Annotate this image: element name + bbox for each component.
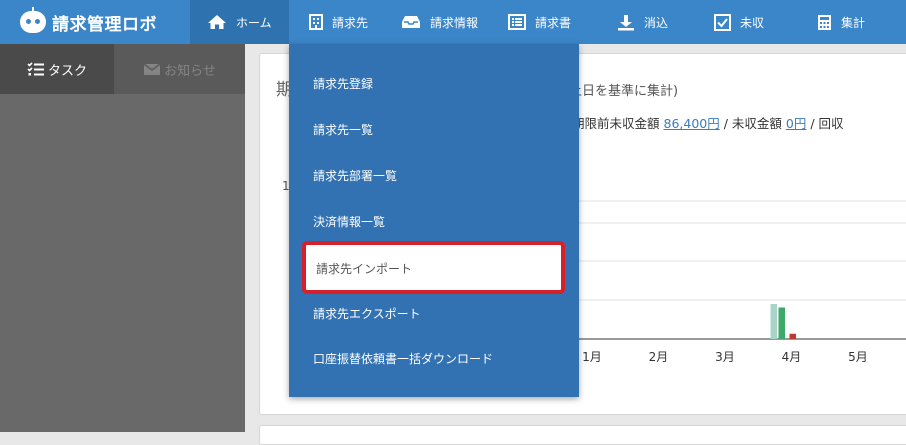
checkbox-icon bbox=[714, 13, 731, 31]
x-tick-label: 5月 bbox=[848, 350, 868, 364]
chart-bar bbox=[778, 307, 785, 339]
nav-label-billing-clients: 請求先 bbox=[332, 15, 369, 30]
nav-label-invoices: 請求書 bbox=[535, 15, 572, 30]
menu-item-import-clients[interactable]: 請求先インポート bbox=[302, 241, 565, 294]
top-nav: 請求管理ロボ ホーム 請求先 請求情報 請求書 消込 未収 集計 bbox=[0, 0, 906, 44]
x-tick-label: 4月 bbox=[782, 350, 802, 364]
nav-item-unpaid[interactable]: 未収 bbox=[712, 0, 814, 44]
nav-item-home[interactable]: ホーム bbox=[190, 0, 289, 44]
menu-item-client-list[interactable]: 請求先一覧 bbox=[313, 121, 373, 138]
tab-tasks-label: タスク bbox=[47, 63, 87, 79]
billing-clients-dropdown: 請求先登録 請求先一覧 請求先部署一覧 決済情報一覧 請求先インポート 請求先エ… bbox=[289, 44, 579, 397]
nav-item-billing-info[interactable]: 請求情報 bbox=[394, 0, 498, 44]
summary-label-collected: 回収 bbox=[818, 116, 844, 131]
tab-notifications[interactable]: お知らせ bbox=[114, 44, 245, 94]
calculator-icon bbox=[818, 14, 831, 30]
secondary-card bbox=[259, 425, 906, 445]
tab-tasks[interactable]: タスク bbox=[0, 44, 114, 94]
sidebar: タスク お知らせ bbox=[0, 44, 245, 432]
app-logo[interactable]: 請求管理ロボ bbox=[0, 0, 190, 44]
nav-item-billing-clients[interactable]: 請求先 bbox=[289, 0, 394, 44]
inbox-icon bbox=[402, 16, 420, 28]
menu-item-register-client[interactable]: 請求先登録 bbox=[313, 75, 373, 92]
app-title: 請求管理ロボ bbox=[52, 14, 157, 35]
summary-label-unpaid: 未収金額 bbox=[731, 116, 782, 131]
document-list-icon bbox=[508, 14, 526, 30]
nav-label-reconciliation: 消込 bbox=[644, 15, 669, 30]
download-icon bbox=[618, 14, 634, 30]
summary-separator: / bbox=[723, 116, 732, 131]
nav-item-summary[interactable]: 集計 bbox=[814, 0, 906, 44]
chart-bar bbox=[789, 333, 796, 339]
sidebar-tabs: タスク お知らせ bbox=[0, 44, 245, 94]
amount-summary: 期限前未収金額 86,400円 / 未収金額 0円 / 回収 bbox=[572, 113, 844, 132]
summary-separator: / bbox=[810, 116, 819, 131]
menu-item-export-clients[interactable]: 請求先エクスポート bbox=[313, 305, 421, 322]
mail-icon bbox=[143, 62, 161, 75]
x-tick-label: 2月 bbox=[649, 350, 669, 364]
menu-item-import-clients-label: 請求先インポート bbox=[316, 262, 413, 276]
x-tick-label: 1月 bbox=[582, 350, 602, 364]
menu-item-bulk-download-transfer-forms[interactable]: 口座振替依頼書一括ダウンロード bbox=[313, 350, 493, 367]
card-title-note: 上日を基準に集計) bbox=[569, 84, 679, 99]
summary-label-before-due: 期限前未収金額 bbox=[572, 116, 660, 131]
nav-label-home: ホーム bbox=[236, 15, 272, 30]
x-tick-label: 3月 bbox=[715, 350, 735, 364]
menu-item-department-list[interactable]: 請求先部署一覧 bbox=[313, 167, 397, 184]
nav-label-summary: 集計 bbox=[841, 15, 866, 30]
task-list-icon bbox=[27, 61, 44, 75]
before-due-amount-link[interactable]: 86,400円 bbox=[664, 116, 720, 131]
tab-notifications-label: お知らせ bbox=[164, 63, 216, 79]
menu-item-payment-info-list[interactable]: 決済情報一覧 bbox=[313, 213, 385, 230]
building-icon bbox=[309, 14, 323, 30]
robot-logo-icon bbox=[20, 7, 46, 33]
chart-bar bbox=[770, 304, 777, 339]
unpaid-amount-link[interactable]: 0円 bbox=[786, 116, 806, 131]
nav-item-invoices[interactable]: 請求書 bbox=[498, 0, 608, 44]
home-icon bbox=[208, 15, 226, 29]
nav-label-billing-info: 請求情報 bbox=[430, 15, 479, 30]
nav-label-unpaid: 未収 bbox=[740, 15, 765, 30]
nav-item-reconciliation[interactable]: 消込 bbox=[608, 0, 712, 44]
